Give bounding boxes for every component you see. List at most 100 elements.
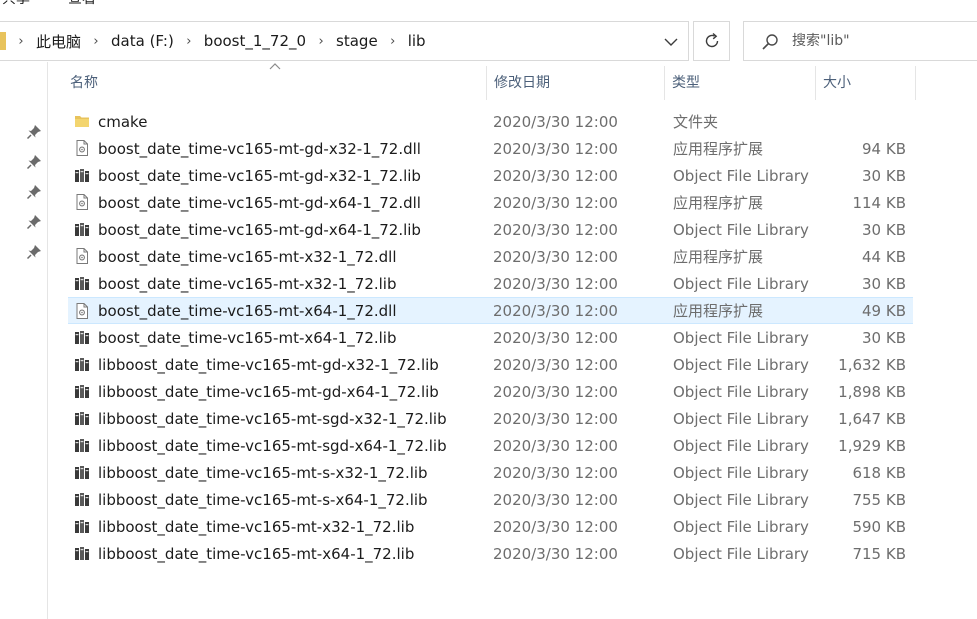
file-name: libboost_date_time-vc165-mt-x32-1_72.lib xyxy=(98,517,415,536)
file-row[interactable]: libboost_date_time-vc165-mt-x32-1_72.lib… xyxy=(68,513,913,540)
file-row[interactable]: cmake 2020/3/30 12:00 文件夹 xyxy=(68,108,913,135)
file-type: Object File Library xyxy=(673,382,809,401)
pin-icon[interactable] xyxy=(26,154,42,170)
search-box[interactable] xyxy=(743,21,977,61)
tab-share[interactable]: 共享 xyxy=(0,0,66,7)
file-name: libboost_date_time-vc165-mt-sgd-x64-1_72… xyxy=(98,436,447,455)
file-row[interactable]: libboost_date_time-vc165-mt-gd-x32-1_72.… xyxy=(68,351,913,378)
file-size: 49 KB xyxy=(862,301,906,320)
folder-icon xyxy=(74,113,90,129)
file-row[interactable]: boost_date_time-vc165-mt-x64-1_72.dll 202… xyxy=(68,297,913,324)
pin-icon[interactable] xyxy=(26,214,42,230)
file-type: 应用程序扩展 xyxy=(673,194,764,212)
file-row[interactable]: boost_date_time-vc165-mt-x32-1_72.lib 202… xyxy=(68,270,913,297)
search-icon xyxy=(762,34,778,50)
breadcrumb-this-pc[interactable]: 此电脑 xyxy=(32,31,85,52)
file-type: 应用程序扩展 xyxy=(673,140,764,158)
file-date: 2020/3/30 12:00 xyxy=(493,355,618,374)
folder-icon xyxy=(0,32,6,50)
chevron-right-icon[interactable]: › xyxy=(85,34,107,49)
file-date: 2020/3/30 12:00 xyxy=(493,274,618,293)
file-size: 30 KB xyxy=(862,328,906,347)
file-type: 应用程序扩展 xyxy=(673,248,764,266)
breadcrumb-boost[interactable]: boost_1_72_0 xyxy=(200,32,310,50)
file-size: 1,647 KB xyxy=(838,409,906,428)
file-type: Object File Library xyxy=(673,409,809,428)
lib-file-icon xyxy=(74,356,90,372)
chevron-right-icon[interactable]: › xyxy=(310,34,332,49)
lib-file-icon xyxy=(74,545,90,561)
file-name: boost_date_time-vc165-mt-gd-x64-1_72.dll xyxy=(98,193,421,212)
lib-file-icon xyxy=(74,221,90,237)
address-bar[interactable]: › 此电脑 › data (F:) › boost_1_72_0 › stage… xyxy=(0,21,689,61)
pin-icon[interactable] xyxy=(26,124,42,140)
file-name: boost_date_time-vc165-mt-x32-1_72.lib xyxy=(98,274,397,293)
dll-file-icon xyxy=(74,194,90,210)
file-row[interactable]: libboost_date_time-vc165-mt-s-x64-1_72.l… xyxy=(68,486,913,513)
file-type: 应用程序扩展 xyxy=(673,302,764,320)
breadcrumb-lib[interactable]: lib xyxy=(404,32,430,50)
tab-view[interactable]: 查看 xyxy=(66,0,132,7)
file-row[interactable]: libboost_date_time-vc165-mt-sgd-x32-1_72… xyxy=(68,405,913,432)
file-size: 1,898 KB xyxy=(838,382,906,401)
file-name: cmake xyxy=(98,112,148,131)
file-date: 2020/3/30 12:00 xyxy=(493,193,618,212)
column-header-type[interactable]: 类型 xyxy=(664,62,814,104)
column-divider[interactable] xyxy=(915,66,916,100)
file-size: 590 KB xyxy=(852,517,906,536)
pin-icon[interactable] xyxy=(26,184,42,200)
search-input[interactable] xyxy=(792,22,972,60)
file-row[interactable]: boost_date_time-vc165-mt-x64-1_72.lib 202… xyxy=(68,324,913,351)
column-header-size[interactable]: 大小 xyxy=(815,62,915,104)
file-row[interactable]: libboost_date_time-vc165-mt-gd-x64-1_72.… xyxy=(68,378,913,405)
file-name: boost_date_time-vc165-mt-gd-x64-1_72.lib xyxy=(98,220,421,239)
chevron-right-icon[interactable]: › xyxy=(178,34,200,49)
file-row[interactable]: boost_date_time-vc165-mt-gd-x64-1_72.lib… xyxy=(68,216,913,243)
refresh-button[interactable] xyxy=(693,21,730,61)
file-name: libboost_date_time-vc165-mt-sgd-x32-1_72… xyxy=(98,409,447,428)
lib-file-icon xyxy=(74,464,90,480)
file-date: 2020/3/30 12:00 xyxy=(493,247,618,266)
chevron-right-icon[interactable]: › xyxy=(382,34,404,49)
file-size: 114 KB xyxy=(852,193,906,212)
file-row[interactable]: boost_date_time-vc165-mt-gd-x64-1_72.dll… xyxy=(68,189,913,216)
file-type: Object File Library xyxy=(673,355,809,374)
file-size: 30 KB xyxy=(862,274,906,293)
file-type: Object File Library xyxy=(673,436,809,455)
file-type: Object File Library xyxy=(673,463,809,482)
file-row[interactable]: boost_date_time-vc165-mt-gd-x32-1_72.dll… xyxy=(68,135,913,162)
file-name: libboost_date_time-vc165-mt-gd-x32-1_72.… xyxy=(98,355,439,374)
file-name: libboost_date_time-vc165-mt-gd-x64-1_72.… xyxy=(98,382,439,401)
file-type: Object File Library xyxy=(673,490,809,509)
file-name: libboost_date_time-vc165-mt-s-x32-1_72.l… xyxy=(98,463,428,482)
lib-file-icon xyxy=(74,491,90,507)
breadcrumb: › 此电脑 › data (F:) › boost_1_72_0 › stage… xyxy=(10,22,430,60)
file-row[interactable]: libboost_date_time-vc165-mt-s-x32-1_72.l… xyxy=(68,459,913,486)
ribbon-tabs: 共享 查看 xyxy=(0,0,132,7)
file-row[interactable]: libboost_date_time-vc165-mt-sgd-x64-1_72… xyxy=(68,432,913,459)
file-date: 2020/3/30 12:00 xyxy=(493,112,618,131)
file-row[interactable]: boost_date_time-vc165-mt-x32-1_72.dll 202… xyxy=(68,243,913,270)
chevron-right-icon[interactable]: › xyxy=(10,34,32,49)
file-type: Object File Library xyxy=(673,544,809,563)
file-size: 755 KB xyxy=(852,490,906,509)
file-date: 2020/3/30 12:00 xyxy=(493,409,618,428)
file-type: Object File Library xyxy=(673,220,809,239)
address-history-dropdown[interactable] xyxy=(660,32,682,52)
file-row[interactable]: libboost_date_time-vc165-mt-x64-1_72.lib… xyxy=(68,540,913,567)
pin-icon[interactable] xyxy=(26,244,42,260)
breadcrumb-drive[interactable]: data (F:) xyxy=(107,32,178,50)
file-row[interactable]: boost_date_time-vc165-mt-gd-x32-1_72.lib… xyxy=(68,162,913,189)
file-size: 1,929 KB xyxy=(838,436,906,455)
file-date: 2020/3/30 12:00 xyxy=(493,517,618,536)
file-date: 2020/3/30 12:00 xyxy=(493,544,618,563)
lib-file-icon xyxy=(74,410,90,426)
file-name: boost_date_time-vc165-mt-x64-1_72.dll xyxy=(98,301,397,320)
file-date: 2020/3/30 12:00 xyxy=(493,220,618,239)
column-header-date[interactable]: 修改日期 xyxy=(486,62,664,104)
file-size: 618 KB xyxy=(852,463,906,482)
file-type: Object File Library xyxy=(673,274,809,293)
breadcrumb-stage[interactable]: stage xyxy=(332,32,382,50)
column-header-name[interactable]: 名称 xyxy=(62,62,486,104)
file-date: 2020/3/30 12:00 xyxy=(493,436,618,455)
